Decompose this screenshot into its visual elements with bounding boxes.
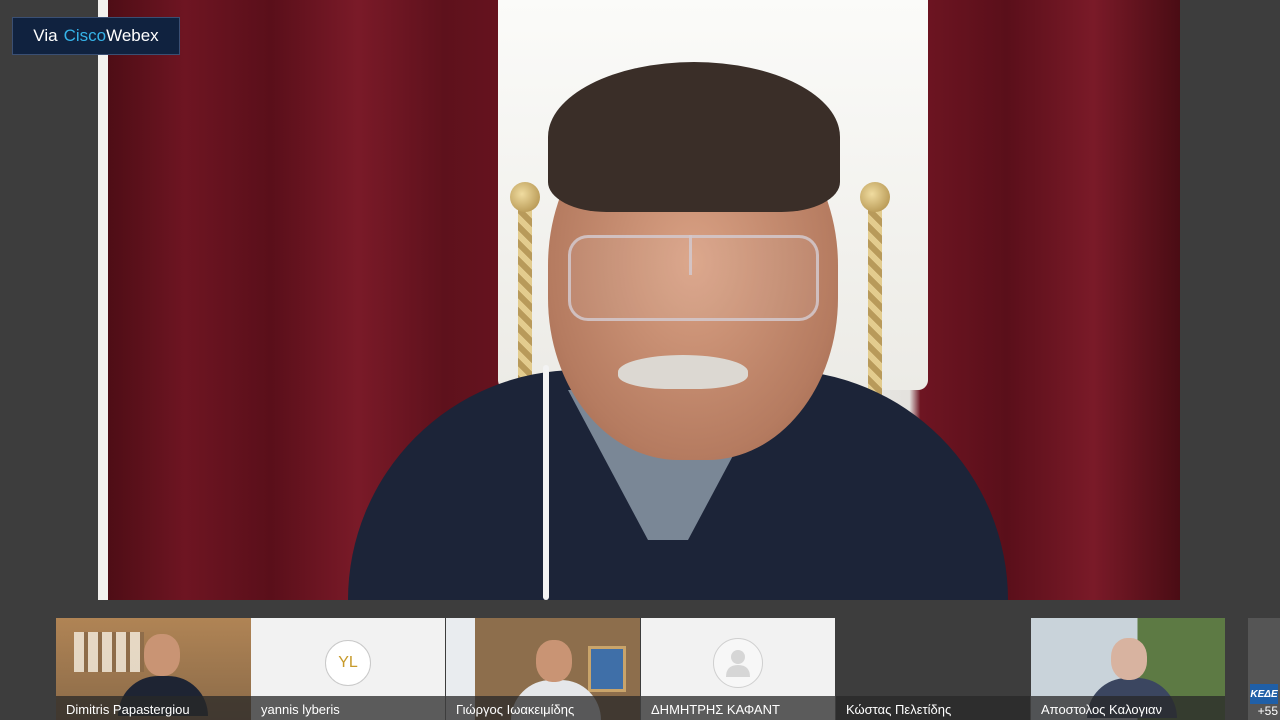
wall-painting — [588, 646, 626, 692]
participant-head — [1111, 638, 1147, 680]
speaker-glasses — [568, 235, 819, 321]
kede-logo: ΚΕΔΕ — [1250, 684, 1278, 704]
participant-strip: Dimitris Papastergiou YL yannis lyberis … — [0, 616, 1280, 720]
more-participants-count: +55 — [1257, 704, 1278, 718]
participant-tile[interactable]: Dimitris Papastergiou — [56, 618, 251, 720]
participant-name: Κώστας Πελετίδης — [836, 696, 1030, 720]
participant-tile[interactable]: YL yannis lyberis — [251, 618, 445, 720]
window-light — [98, 0, 108, 600]
background-shelves — [74, 632, 144, 672]
participant-tile[interactable]: Αποστολος Καλογιαν — [1031, 618, 1225, 720]
initials-avatar: YL — [325, 640, 371, 686]
speaker-hair — [548, 62, 840, 212]
chair-post-right — [868, 190, 882, 400]
participant-name: Γιώργος Ιωακειμίδης — [446, 696, 640, 720]
participant-head — [536, 640, 572, 682]
participant-name: yannis lyberis — [251, 696, 445, 720]
chair-knob-right — [860, 182, 890, 212]
participant-name: ΔΗΜΗΤΡΗΣ ΚΑΦΑΝΤ — [641, 696, 835, 720]
chair-post-left — [518, 190, 532, 400]
badge-brand-cisco: Cisco — [63, 26, 107, 45]
participant-name: Αποστολος Καλογιαν — [1031, 696, 1225, 720]
participant-tile[interactable]: Γιώργος Ιωακειμίδης — [446, 618, 640, 720]
user-icon — [713, 638, 763, 688]
speaker-mustache — [618, 355, 748, 389]
badge-brand-webex: Webex — [106, 26, 159, 45]
participant-tile[interactable]: Κώστας Πελετίδης — [836, 618, 1030, 720]
more-participants-button[interactable]: ΚΕΔΕ +55 — [1248, 618, 1280, 720]
webex-logo: Cisco Webex — [64, 26, 159, 46]
webex-badge: Via Cisco Webex — [12, 17, 180, 55]
participant-name: Dimitris Papastergiou — [56, 696, 251, 720]
badge-prefix: Via — [33, 26, 58, 45]
chair-knob-left — [510, 182, 540, 212]
active-speaker-video[interactable] — [98, 0, 1180, 600]
participant-tile[interactable]: ΔΗΜΗΤΡΗΣ ΚΑΦΑΝΤ — [641, 618, 835, 720]
participant-head — [144, 634, 180, 676]
earphone-cable — [543, 365, 549, 600]
